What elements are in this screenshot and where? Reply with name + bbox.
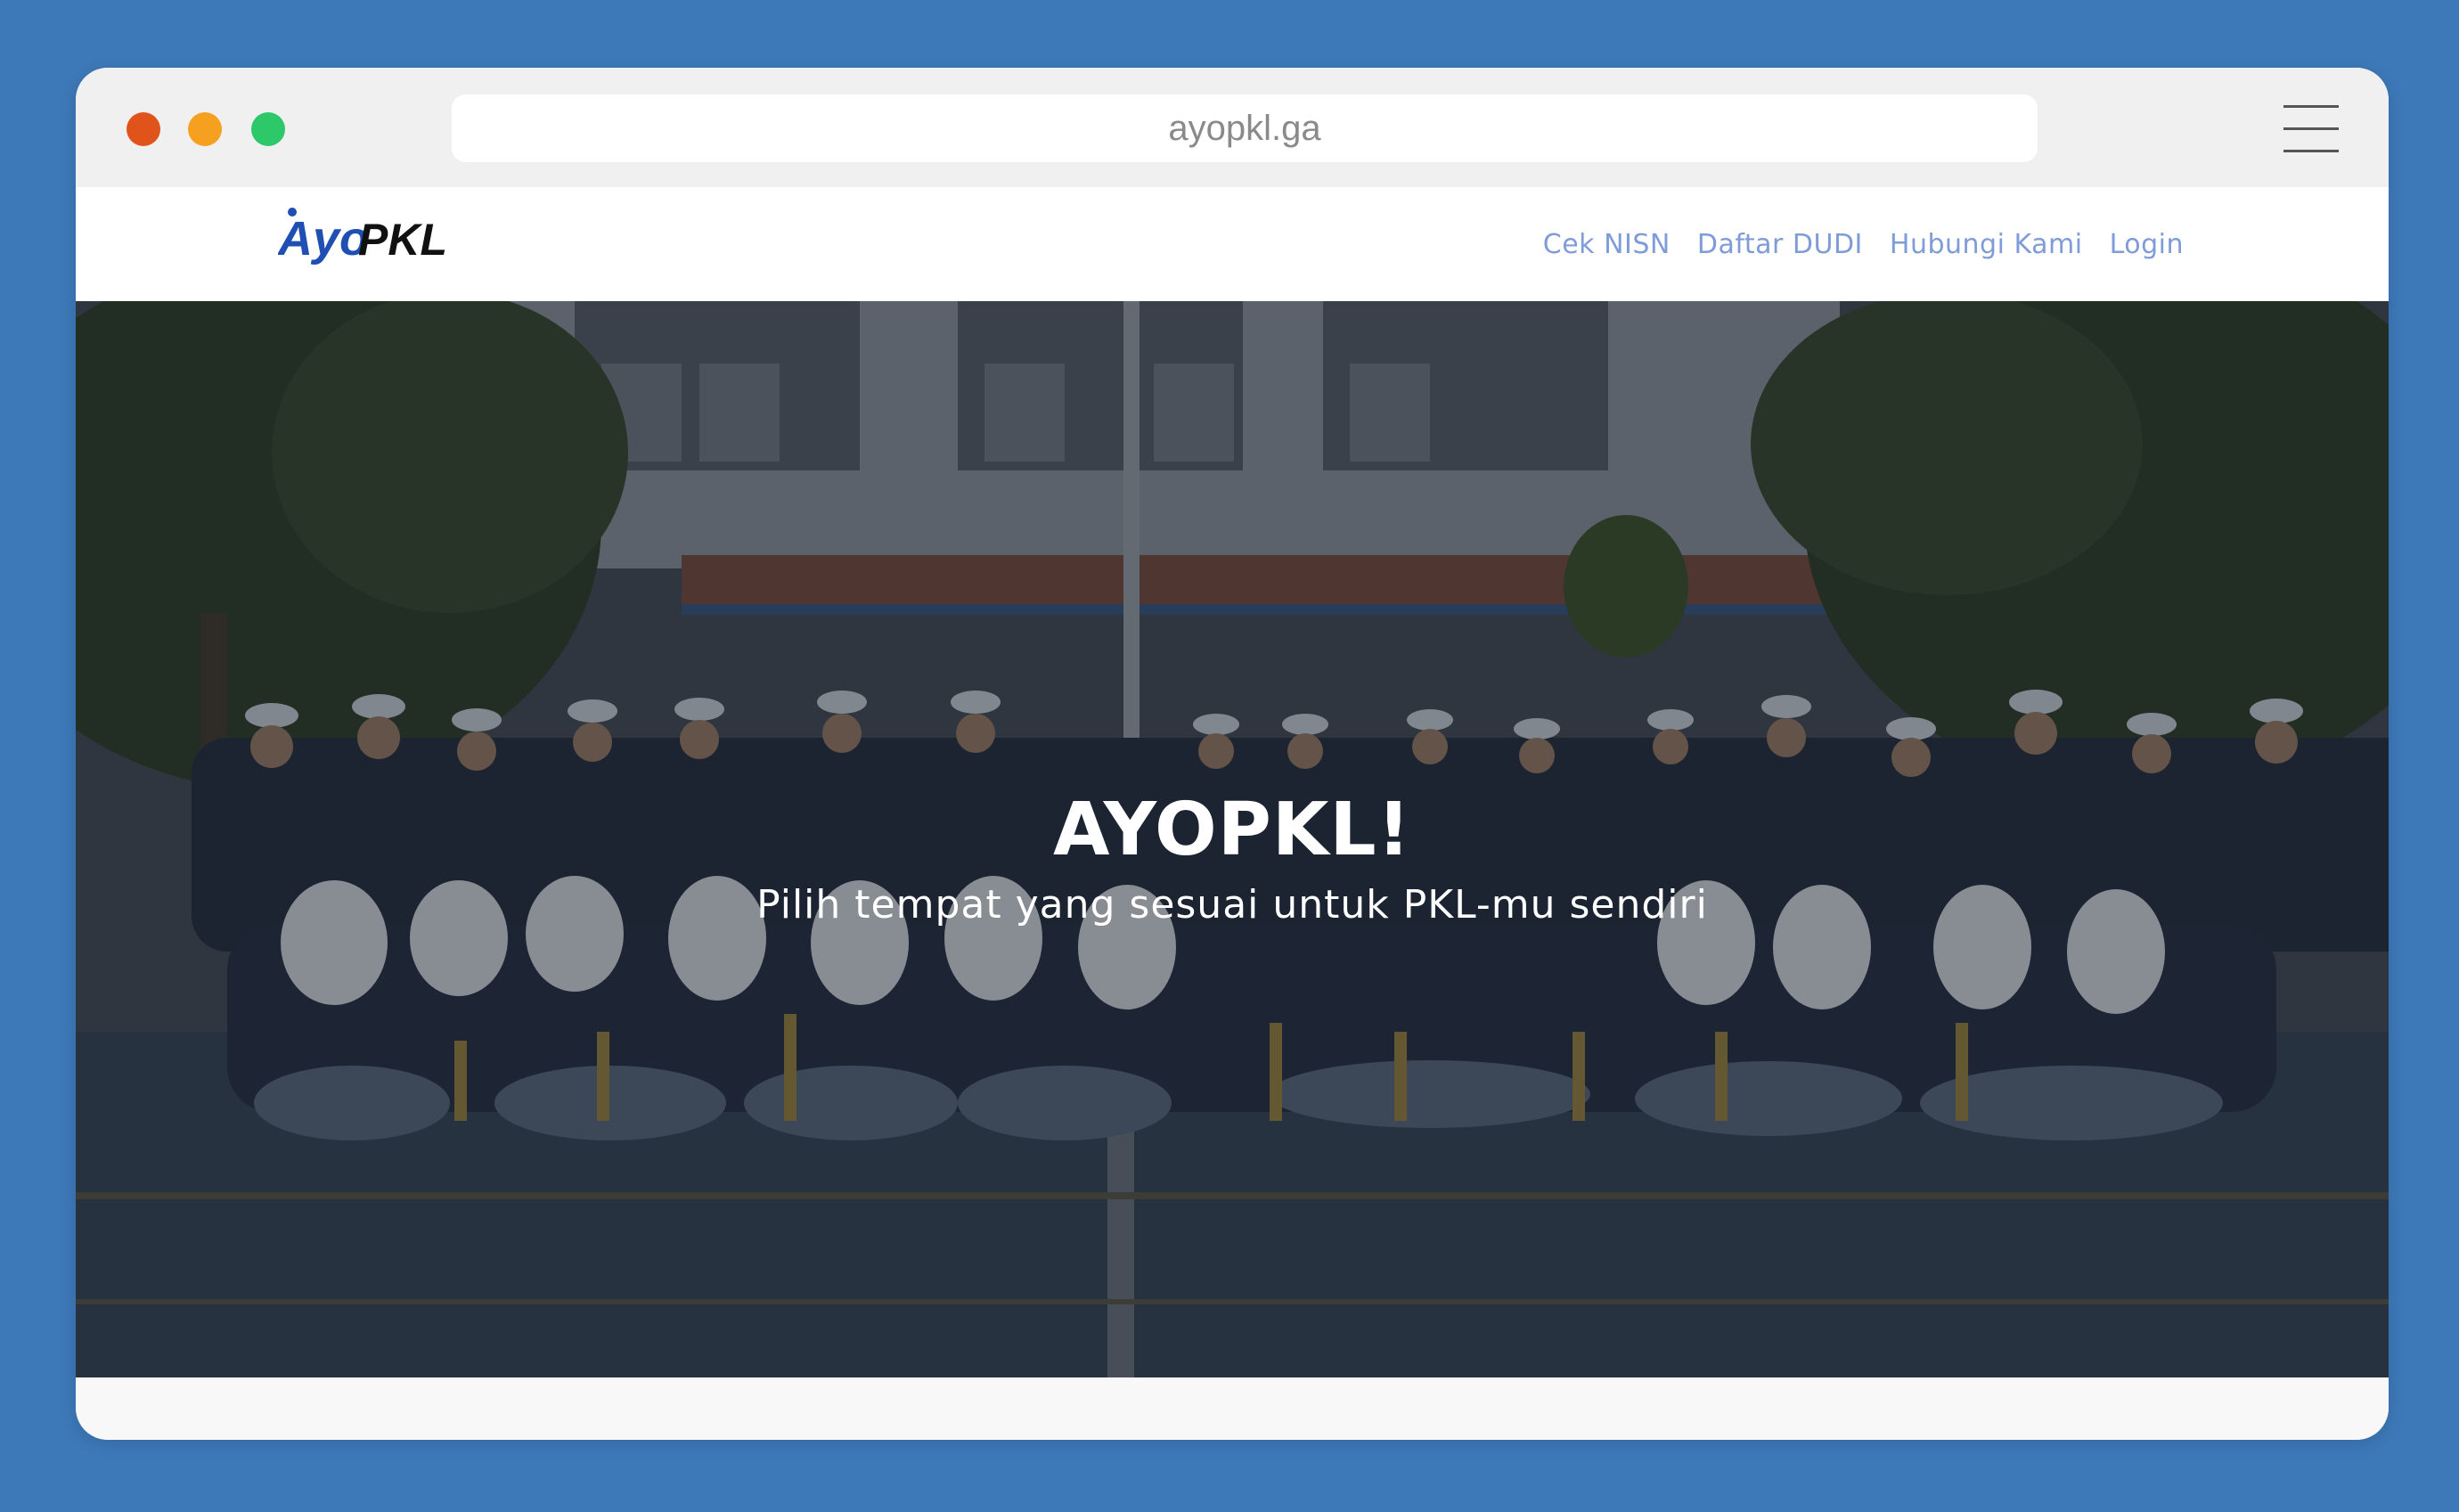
browser-window: ayopkl.ga Ayo PKL Cek NISN Daftar DUDI H… <box>76 68 2389 1440</box>
svg-text:Ayo: Ayo <box>278 212 369 266</box>
nav-hubungi-kami[interactable]: Hubungi Kami <box>1890 229 2083 260</box>
hamburger-icon[interactable] <box>2283 105 2339 153</box>
content-area <box>76 1377 2389 1440</box>
ayopkl-logo: Ayo PKL <box>278 208 447 266</box>
main-nav: Cek NISN Daftar DUDI Hubungi Kami Login <box>1543 187 2184 301</box>
minimize-window-button[interactable] <box>188 112 222 146</box>
address-bar[interactable]: ayopkl.ga <box>452 94 2038 162</box>
hero-section: AYOPKL! Pilih tempat yang sesuai untuk P… <box>76 301 2389 1377</box>
site-logo[interactable]: Ayo PKL <box>278 205 447 276</box>
hamburger-line <box>2283 127 2339 130</box>
nav-daftar-dudi[interactable]: Daftar DUDI <box>1697 229 1863 260</box>
hero-title: AYOPKL! <box>1052 788 1412 872</box>
hamburger-line <box>2283 105 2339 108</box>
nav-cek-nisn[interactable]: Cek NISN <box>1543 229 1671 260</box>
maximize-window-button[interactable] <box>251 112 285 146</box>
browser-chrome: ayopkl.ga <box>76 68 2389 187</box>
hero-subtitle: Pilih tempat yang sesuai untuk PKL-mu se… <box>756 882 1708 928</box>
nav-login[interactable]: Login <box>2110 229 2184 260</box>
hamburger-line <box>2283 150 2339 152</box>
site-header: Ayo PKL Cek NISN Daftar DUDI Hubungi Kam… <box>76 187 2389 301</box>
close-window-button[interactable] <box>127 112 160 146</box>
svg-text:PKL: PKL <box>358 215 447 265</box>
